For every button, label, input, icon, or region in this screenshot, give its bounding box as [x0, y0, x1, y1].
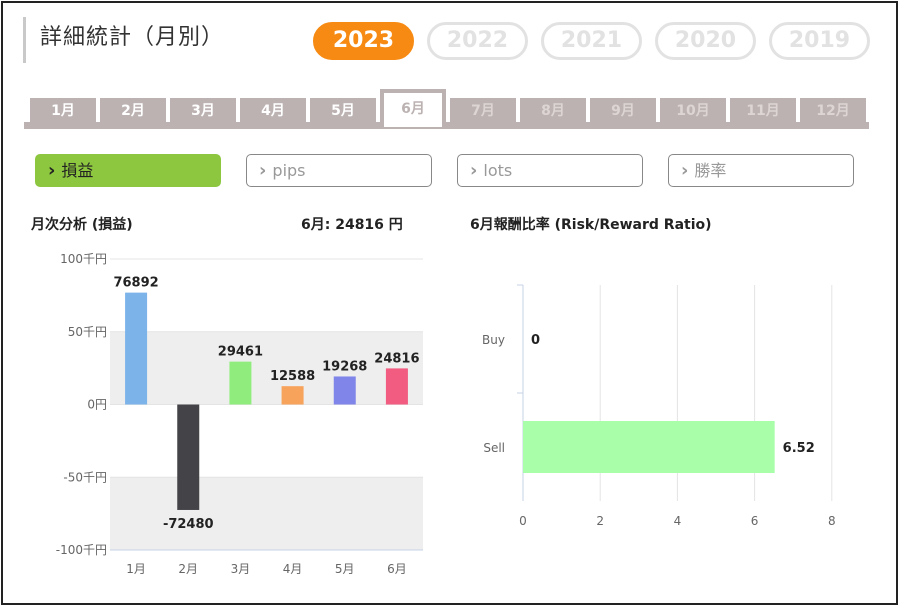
monthly-pl-chart: 100千円 50千円 0円 -50千円 -100千円 76892 1月 -72480 2月 294…	[56, 252, 423, 576]
month-tab-5[interactable]: 5月	[310, 98, 376, 124]
x-tick-label: 0	[519, 514, 527, 528]
month-tab-1[interactable]: 1月	[30, 98, 96, 124]
y-tick-label: -100千円	[56, 543, 107, 557]
y-tick-label: 100千円	[60, 252, 107, 266]
bar	[177, 404, 200, 510]
chevron-right-icon: ›	[48, 160, 56, 181]
month-tab-7[interactable]: 7月	[450, 98, 516, 124]
x-tick-label: 5月	[335, 562, 355, 576]
metric-button-label: 勝率	[694, 161, 727, 180]
x-tick-label: 6月	[387, 562, 407, 576]
month-tab-3[interactable]: 3月	[170, 98, 236, 124]
data-label: -72480	[163, 517, 214, 532]
year-tab-2022[interactable]: 2022	[427, 22, 528, 60]
year-tab-2021[interactable]: 2021	[541, 22, 642, 60]
month-tab-2[interactable]: 2月	[100, 98, 166, 124]
metric-button-profit-loss[interactable]: › 損益	[35, 154, 221, 187]
data-label: 0	[531, 333, 540, 348]
metric-button-pips[interactable]: › pips	[246, 154, 432, 187]
bar	[385, 368, 408, 405]
x-tick-label: 8	[828, 514, 836, 528]
month-tab-10[interactable]: 10月	[660, 98, 726, 124]
y-tick-label: 0円	[87, 398, 107, 412]
risk-reward-chart: 0 2 4 6 8 Buy 0 Sell 6.52	[482, 284, 836, 528]
bar	[333, 376, 356, 405]
main-panel: 詳細統計（月別） 2023 2022 2021 2020 2019 1月 2月 3月 4月 5月…	[1, 1, 898, 605]
month-tabs: 1月 2月 3月 4月 5月 6月 7月 8月 9月 10月 11月 12月	[24, 89, 869, 129]
data-label: 12588	[270, 369, 315, 384]
data-label: 29461	[218, 345, 263, 360]
y-tick-label: 50千円	[68, 325, 107, 339]
chevron-right-icon: ›	[470, 160, 478, 181]
year-selector: 2023 2022 2021 2020 2019	[313, 22, 870, 60]
x-tick-label: 4	[674, 514, 682, 528]
data-label: 76892	[113, 276, 158, 291]
y-tick-label: -50千円	[63, 470, 107, 484]
x-tick-label: 2	[596, 514, 604, 528]
grid-band	[110, 477, 423, 550]
month-tab-11[interactable]: 11月	[730, 98, 796, 124]
bar	[281, 386, 304, 405]
chevron-right-icon: ›	[681, 160, 689, 181]
metric-button-win-rate[interactable]: › 勝率	[668, 154, 854, 187]
bar	[523, 421, 775, 473]
x-tick-label: 4月	[283, 562, 303, 576]
bar	[125, 292, 148, 405]
year-tab-2020[interactable]: 2020	[655, 22, 756, 60]
month-tab-9[interactable]: 9月	[590, 98, 656, 124]
bar	[229, 361, 252, 405]
x-tick-label: 1月	[126, 562, 146, 576]
chevron-right-icon: ›	[259, 160, 267, 181]
x-tick-label: 3月	[231, 562, 251, 576]
grid-band	[110, 331, 423, 405]
page-title: 詳細統計（月別）	[40, 25, 225, 50]
data-label: 19268	[322, 359, 367, 374]
x-tick-label: 2月	[178, 562, 198, 576]
risk-reward-title: 6月報酬比率 (Risk/Reward Ratio)	[470, 217, 712, 233]
y-tick-label: Buy	[482, 333, 505, 347]
metric-button-label: 損益	[61, 161, 94, 180]
year-tab-2023[interactable]: 2023	[313, 22, 414, 60]
metric-button-lots[interactable]: › lots	[457, 154, 643, 187]
data-label: 24816	[374, 351, 419, 366]
metric-button-label: pips	[272, 161, 306, 180]
data-label: 6.52	[783, 441, 815, 456]
month-tab-12[interactable]: 12月	[800, 98, 866, 124]
title-bar: 詳細統計（月別）	[23, 17, 224, 63]
monthly-summary: 6月: 24816 円	[301, 217, 403, 233]
monthly-analysis-title: 月次分析 (損益)	[31, 217, 133, 233]
y-tick-label: Sell	[483, 441, 505, 455]
year-tab-2019[interactable]: 2019	[769, 22, 870, 60]
metric-button-label: lots	[483, 161, 513, 180]
x-tick-label: 6	[751, 514, 759, 528]
month-tab-4[interactable]: 4月	[240, 98, 306, 124]
month-tab-6[interactable]: 6月	[380, 89, 446, 127]
month-tab-8[interactable]: 8月	[520, 98, 586, 124]
